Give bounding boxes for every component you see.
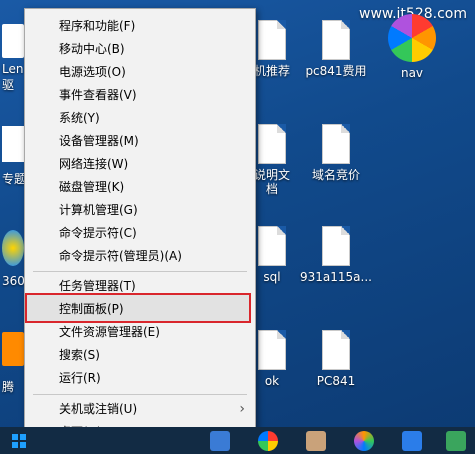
- desktop-icon-partial[interactable]: Len 驱: [2, 24, 24, 93]
- doc-icon: [2, 126, 24, 162]
- desktop-icon[interactable]: PC841: [296, 330, 376, 388]
- menu-item-label: 关机或注销(U): [59, 402, 138, 416]
- menu-separator: [33, 394, 247, 395]
- menu-item-event-viewer[interactable]: 事件查看器(V): [25, 84, 255, 106]
- icon-label: nav: [400, 66, 424, 80]
- icon-label: 档: [265, 182, 278, 196]
- windows-logo-pane: [12, 434, 18, 440]
- icon-label: 域名竞价: [311, 168, 360, 182]
- menu-separator: [33, 271, 247, 272]
- icon-label: PC841: [316, 374, 356, 388]
- icon-label: ok: [264, 374, 280, 388]
- menu-item-network-connections[interactable]: 网络连接(W): [25, 153, 255, 175]
- icon-label: 驱: [2, 78, 15, 92]
- document-icon: [258, 330, 286, 370]
- menu-item-mobility-center[interactable]: 移动中心(B): [25, 38, 255, 60]
- winx-context-menu: 程序和功能(F) 移动中心(B) 电源选项(O) 事件查看器(V) 系统(Y) …: [24, 8, 256, 446]
- desktop-icon[interactable]: nav: [372, 14, 452, 80]
- menu-item-shutdown-signout[interactable]: 关机或注销(U) ›: [25, 398, 255, 420]
- icon-label: 腾: [2, 380, 15, 394]
- icon-label: sql: [263, 270, 281, 284]
- desktop-icon-partial[interactable]: 腾: [2, 332, 24, 395]
- taskbar-app-icon[interactable]: [306, 431, 326, 451]
- icon-label: pc841费用: [305, 64, 367, 78]
- document-icon: [258, 226, 286, 266]
- menu-item-power-options[interactable]: 电源选项(O): [25, 61, 255, 83]
- menu-item-computer-management[interactable]: 计算机管理(G): [25, 199, 255, 221]
- desktop-icon-partial[interactable]: 360: [2, 230, 25, 288]
- document-icon: [322, 20, 350, 60]
- windows-logo-pane: [20, 442, 26, 448]
- document-icon: [258, 124, 286, 164]
- icon-label: 专题: [2, 172, 27, 186]
- menu-item-programs-features[interactable]: 程序和功能(F): [25, 15, 255, 37]
- menu-item-disk-management[interactable]: 磁盘管理(K): [25, 176, 255, 198]
- app-icon: [2, 24, 24, 58]
- desktop-icon[interactable]: 931a115a...: [296, 226, 376, 284]
- nav-app-icon: [388, 14, 436, 62]
- document-icon: [322, 330, 350, 370]
- desktop-icon[interactable]: pc841费用: [296, 20, 376, 78]
- menu-item-run[interactable]: 运行(R): [25, 367, 255, 389]
- menu-item-control-panel[interactable]: 控制面板(P): [25, 298, 255, 320]
- taskbar-app-icon[interactable]: [354, 431, 374, 451]
- icon-label: 说明文: [253, 168, 290, 182]
- taskbar-app-icon[interactable]: [210, 431, 230, 451]
- windows-icon[interactable]: [12, 434, 26, 448]
- taskbar-app-icon[interactable]: [446, 431, 466, 451]
- taskbar-app-icon[interactable]: [402, 431, 422, 451]
- document-icon: [322, 226, 350, 266]
- menu-item-task-manager[interactable]: 任务管理器(T): [25, 275, 255, 297]
- desktop-icon[interactable]: 域名竞价: [296, 124, 376, 182]
- desktop-icon-partial[interactable]: 专题: [2, 126, 26, 187]
- menu-item-command-prompt-admin[interactable]: 命令提示符(管理员)(A): [25, 245, 255, 267]
- icon-label: 931a115a...: [300, 270, 372, 284]
- taskbar-app-icon[interactable]: [258, 431, 278, 451]
- menu-item-device-manager[interactable]: 设备管理器(M): [25, 130, 255, 152]
- icon-label: Len: [2, 62, 24, 76]
- windows-logo-pane: [20, 434, 26, 440]
- menu-item-search[interactable]: 搜索(S): [25, 344, 255, 366]
- document-icon: [322, 124, 350, 164]
- menu-item-system[interactable]: 系统(Y): [25, 107, 255, 129]
- menu-item-file-explorer[interactable]: 文件资源管理器(E): [25, 321, 255, 343]
- icon-label: 机推荐: [253, 64, 290, 78]
- icon-label: 360: [2, 274, 25, 288]
- menu-item-command-prompt[interactable]: 命令提示符(C): [25, 222, 255, 244]
- windows-logo-pane: [12, 442, 18, 448]
- chevron-right-icon: ›: [239, 401, 245, 417]
- app-icon: [2, 332, 24, 366]
- app-icon: [2, 230, 24, 266]
- document-icon: [258, 20, 286, 60]
- taskbar: [0, 427, 475, 454]
